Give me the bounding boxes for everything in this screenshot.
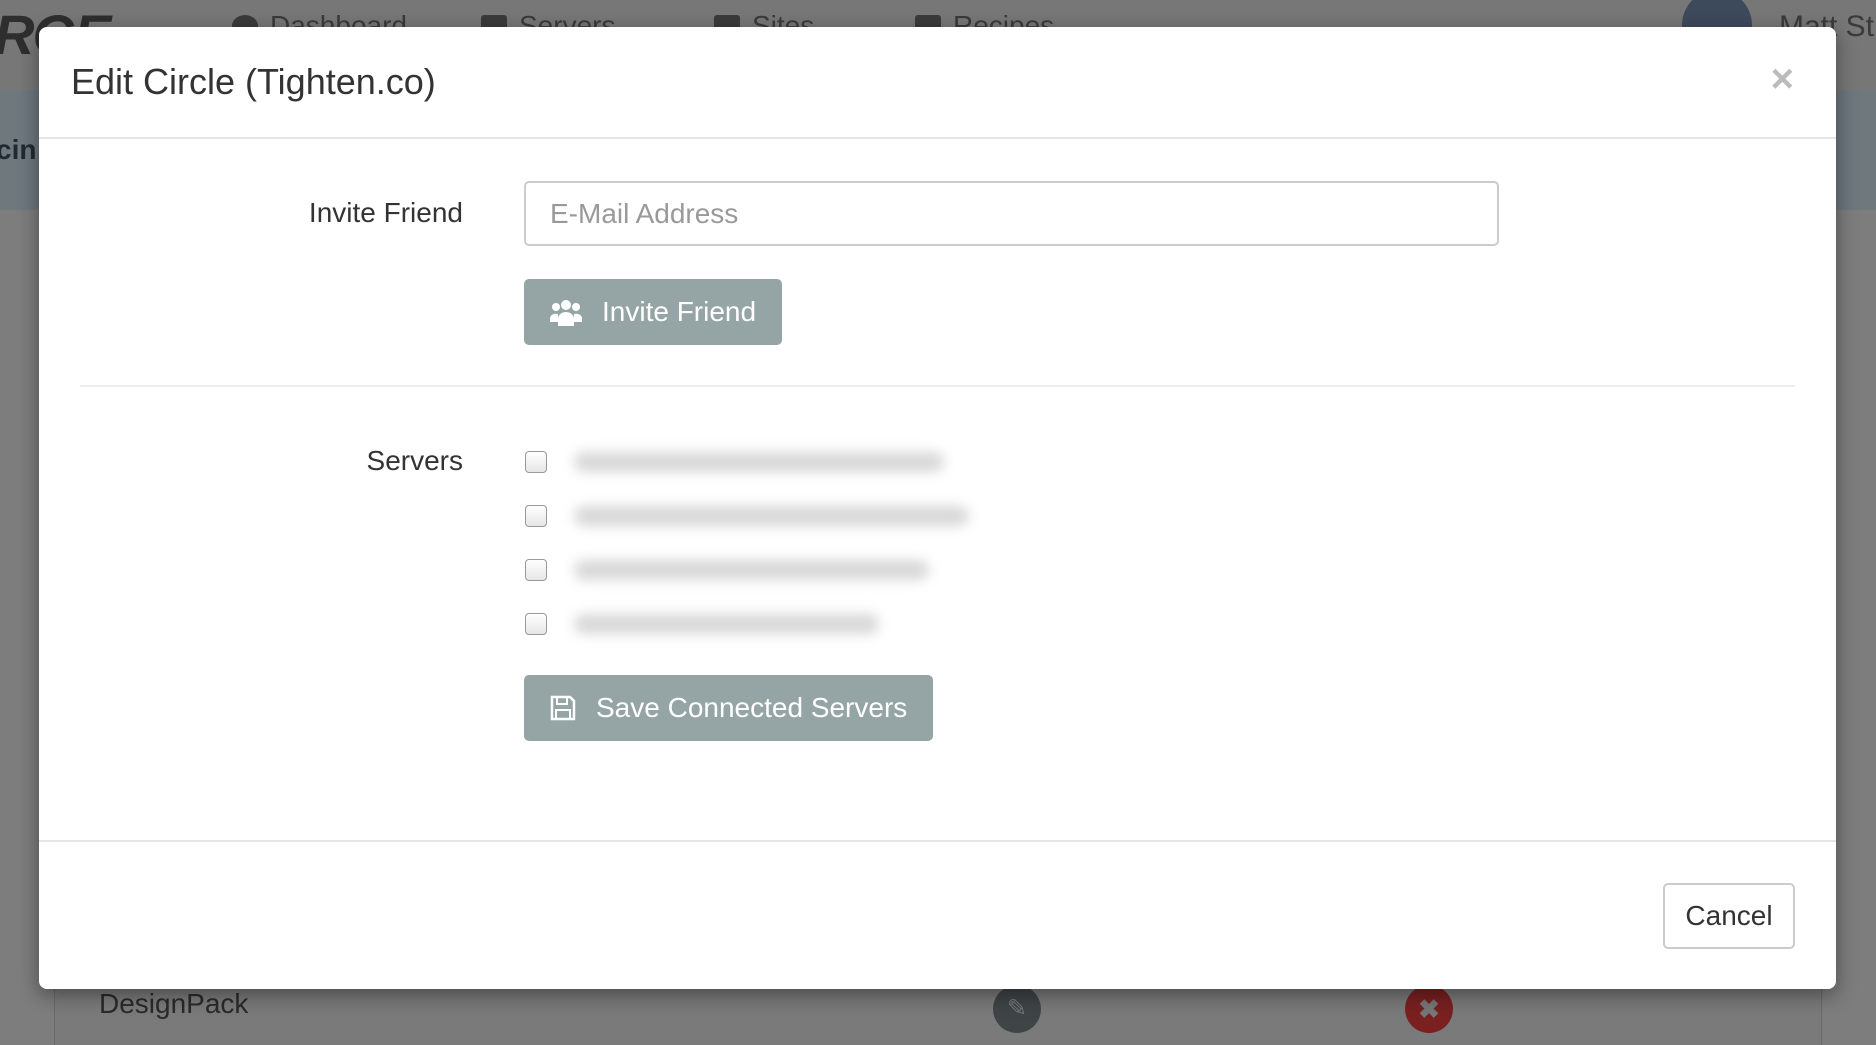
circle-list-panel xyxy=(54,985,1822,1045)
floppy-disk-icon xyxy=(550,695,576,721)
edit-icon[interactable]: ✎ xyxy=(993,985,1041,1033)
save-connected-servers-button[interactable]: Save Connected Servers xyxy=(524,675,934,741)
cancel-button[interactable]: Cancel xyxy=(1663,883,1795,949)
circle-name: DesignPack xyxy=(99,988,249,1019)
edit-circle-modal: Edit Circle (Tighten.co) × Invite Friend… xyxy=(39,27,1836,989)
modal-title: Edit Circle (Tighten.co) xyxy=(71,61,436,102)
server-name-redacted xyxy=(574,560,929,580)
servers-label: Servers xyxy=(366,445,463,476)
server-name-redacted xyxy=(574,614,879,634)
server-checkbox[interactable] xyxy=(525,613,547,635)
invite-friend-button[interactable]: Invite Friend xyxy=(524,279,783,345)
server-name-redacted xyxy=(574,506,969,526)
server-name-redacted xyxy=(574,452,944,472)
server-checkbox[interactable] xyxy=(525,505,547,527)
delete-icon[interactable]: ✖ xyxy=(1405,985,1453,1033)
close-icon[interactable]: × xyxy=(1771,57,1794,102)
email-field[interactable] xyxy=(524,181,1499,246)
server-checkbox[interactable] xyxy=(525,451,547,473)
users-icon xyxy=(550,300,582,326)
modal-header: Edit Circle (Tighten.co) × xyxy=(39,27,1836,139)
invite-friend-label: Invite Friend xyxy=(308,197,463,228)
page-heading: cin xyxy=(0,134,37,165)
section-divider xyxy=(80,385,1795,387)
server-checkbox[interactable] xyxy=(525,559,547,581)
modal-footer-divider xyxy=(39,840,1836,842)
